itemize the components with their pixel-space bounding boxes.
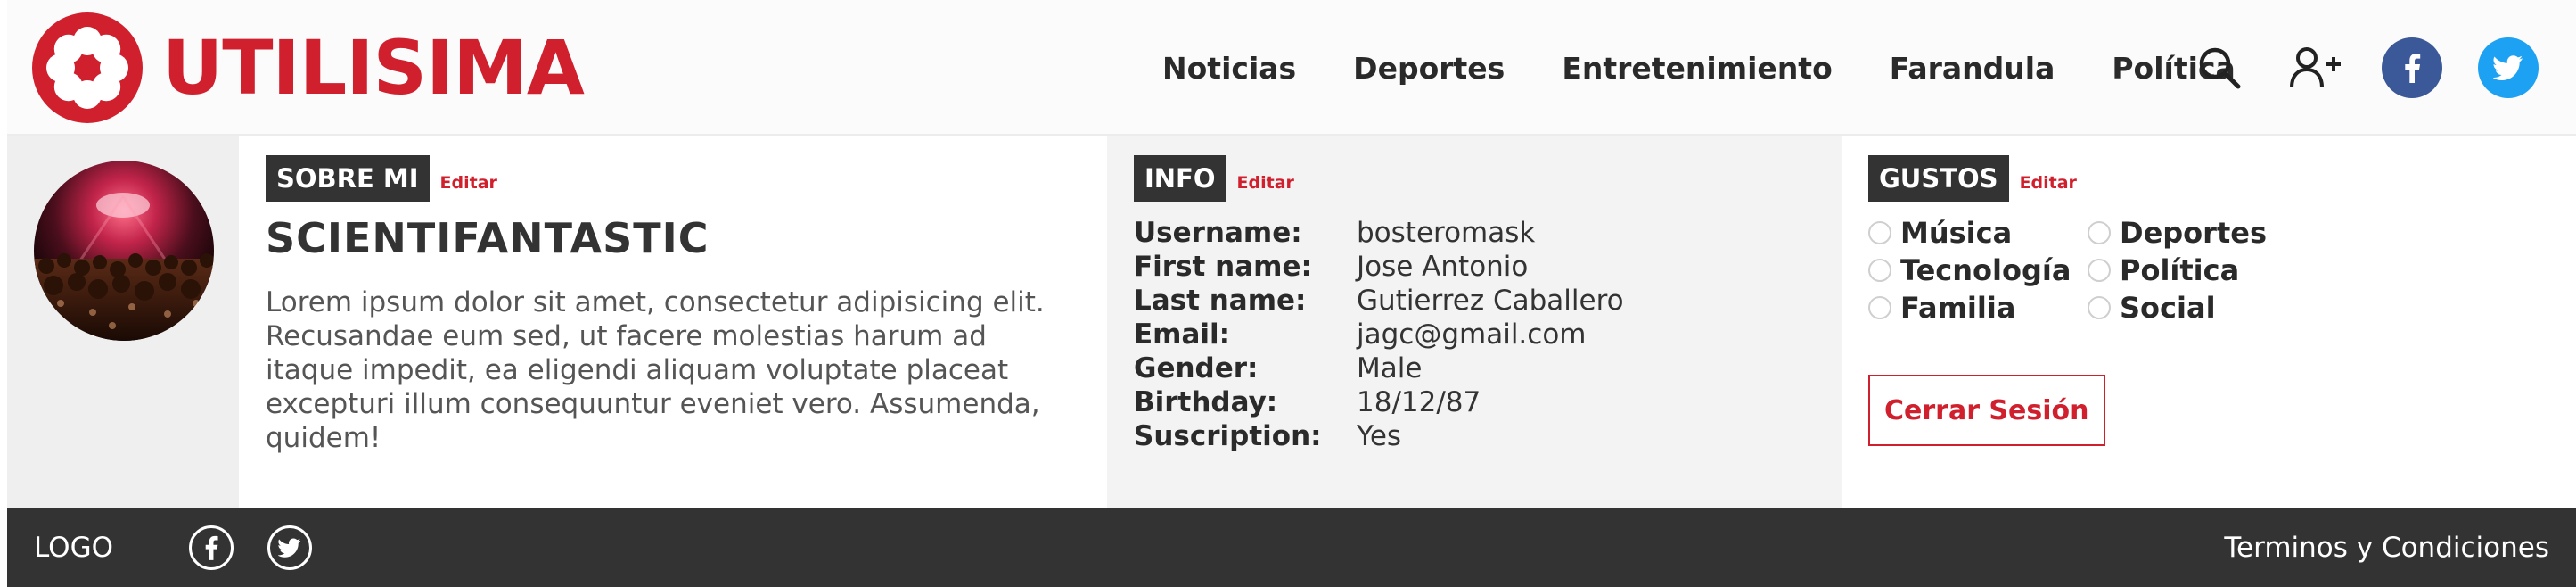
info-value: Yes — [1357, 420, 1402, 452]
brand-logo[interactable]: UTILISIMA — [32, 12, 585, 123]
google-plus-icon[interactable] — [2285, 37, 2346, 98]
facebook-icon[interactable] — [2382, 37, 2442, 98]
radio-button[interactable] — [2088, 221, 2111, 244]
likes-tag: GUSTOS — [1868, 155, 2009, 202]
info-row-username: Username: bosteromask — [1134, 216, 1624, 250]
like-option-tecnologia[interactable]: Tecnología — [1868, 253, 2088, 287]
info-tag: INFO — [1134, 155, 1226, 202]
info-row-suscription: Suscription: Yes — [1134, 419, 1624, 453]
info-table: Username: bosteromask First name: Jose A… — [1134, 216, 1624, 453]
footer: LOGO Terminos y Condiciones — [7, 508, 2576, 587]
info-row-first-name: First name: Jose Antonio — [1134, 250, 1624, 284]
info-label: Email: — [1134, 318, 1231, 351]
flower-icon — [32, 12, 143, 123]
info-label: Birthday: — [1134, 386, 1278, 418]
info-label: Username: — [1134, 217, 1302, 249]
like-option-familia[interactable]: Familia — [1868, 291, 2088, 325]
info-value: Gutierrez Caballero — [1357, 285, 1624, 317]
info-header: INFO Editar — [1134, 155, 1294, 202]
nav-item-deportes[interactable]: Deportes — [1353, 51, 1505, 86]
likes-header: GUSTOS Editar — [1868, 155, 2077, 202]
info-label: Last name: — [1134, 285, 1307, 317]
about-section: SOBRE MI Editar SCIENTIFANTASTIC Lorem i… — [239, 136, 1107, 508]
likes-section: GUSTOS Editar Música Deportes Tecnología… — [1842, 136, 2576, 508]
nav-item-noticias[interactable]: Noticias — [1162, 51, 1296, 86]
info-row-last-name: Last name: Gutierrez Caballero — [1134, 284, 1624, 318]
like-label: Música — [1900, 216, 2013, 250]
profile-bio: Lorem ipsum dolor sit amet, consectetur … — [266, 286, 1045, 454]
radio-button[interactable] — [2088, 296, 2111, 319]
like-option-politica[interactable]: Política — [2088, 253, 2307, 287]
info-row-gender: Gender: Male — [1134, 351, 1624, 385]
search-icon[interactable] — [2189, 37, 2250, 98]
info-value: bosteromask — [1357, 217, 1536, 249]
terms-link[interactable]: Terminos y Condiciones — [2224, 508, 2549, 587]
radio-button[interactable] — [1868, 221, 1891, 244]
twitter-icon[interactable] — [2478, 37, 2539, 98]
like-label: Tecnología — [1900, 253, 2071, 287]
main-nav: Noticias Deportes Entretenimiento Farand… — [1162, 0, 2236, 136]
info-label: Gender: — [1134, 352, 1259, 384]
brand-name: UTILISIMA — [162, 24, 585, 112]
profile-username: SCIENTIFANTASTIC — [266, 214, 710, 262]
like-label: Familia — [1900, 291, 2016, 325]
footer-social-icons — [189, 525, 312, 570]
info-value: 18/12/87 — [1357, 386, 1481, 418]
info-section: INFO Editar Username: bosteromask First … — [1107, 136, 1842, 508]
twitter-icon[interactable] — [267, 525, 312, 570]
info-edit-link[interactable]: Editar — [1237, 173, 1294, 193]
like-label: Deportes — [2120, 216, 2267, 250]
likes-options: Música Deportes Tecnología Política Fami… — [1868, 216, 2307, 325]
logout-button[interactable]: Cerrar Sesión — [1868, 375, 2105, 446]
info-value: jagc@gmail.com — [1357, 318, 1587, 351]
like-label: Política — [2120, 253, 2240, 287]
like-option-deportes[interactable]: Deportes — [2088, 216, 2307, 250]
footer-logo[interactable]: LOGO — [34, 508, 113, 587]
facebook-icon[interactable] — [189, 525, 234, 570]
info-row-birthday: Birthday: 18/12/87 — [1134, 385, 1624, 419]
like-option-social[interactable]: Social — [2088, 291, 2307, 325]
info-value: Jose Antonio — [1357, 251, 1529, 283]
nav-item-entretenimiento[interactable]: Entretenimiento — [1562, 51, 1832, 86]
radio-button[interactable] — [1868, 259, 1891, 282]
header: UTILISIMA Noticias Deportes Entretenimie… — [7, 0, 2576, 136]
radio-button[interactable] — [1868, 296, 1891, 319]
avatar-column — [7, 136, 239, 508]
info-row-email: Email: jagc@gmail.com — [1134, 318, 1624, 351]
like-option-musica[interactable]: Música — [1868, 216, 2088, 250]
nav-item-farandula[interactable]: Farandula — [1890, 51, 2055, 86]
header-icons — [2189, 37, 2539, 98]
avatar[interactable] — [34, 161, 214, 341]
info-label: Suscription: — [1134, 420, 1322, 452]
info-label: First name: — [1134, 251, 1312, 283]
radio-button[interactable] — [2088, 259, 2111, 282]
about-header: SOBRE MI Editar — [266, 155, 497, 202]
likes-edit-link[interactable]: Editar — [2020, 173, 2077, 193]
like-label: Social — [2120, 291, 2216, 325]
about-tag: SOBRE MI — [266, 155, 430, 202]
about-edit-link[interactable]: Editar — [440, 173, 497, 193]
info-value: Male — [1357, 352, 1423, 384]
